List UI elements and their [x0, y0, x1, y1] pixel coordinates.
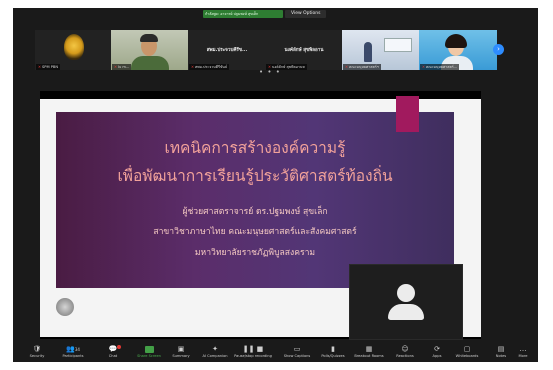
mic-muted-icon: ✕ [114, 65, 118, 69]
mic-muted-icon: ✕ [38, 65, 42, 69]
share-screen-icon [144, 346, 154, 353]
record-icon: ❚❚ ■ [242, 345, 264, 353]
chat-icon: 💬 [108, 345, 118, 353]
participant-name: ✕สพม.ประจวบคีรีขันธ์ [189, 64, 230, 70]
chat-button[interactable]: 💬 Chat [93, 344, 133, 359]
recording-button[interactable]: ❚❚ ■ Pause/stop recording [233, 344, 273, 359]
mic-muted-icon: ✕ [422, 65, 426, 69]
captions-button[interactable]: ▭ Show Captions [277, 344, 317, 359]
participant-name: ✕lu m... [112, 64, 132, 70]
slide-title-line1: เทคนิคการสร้างองค์ความรู้ [164, 139, 346, 157]
meeting-toolbar: 🛡 Security 👥34 Participants 💬 Chat Share… [13, 344, 538, 362]
view-options-button[interactable]: View Options [285, 10, 327, 18]
participant-name: ✕คณะมนุษยศาสตร์... [420, 64, 460, 70]
slide-university: มหาวิทยาลัยราชภัฏพิบูลสงคราม [194, 248, 316, 258]
participants-button[interactable]: 👥34 Participants [53, 344, 93, 359]
shield-icon: 🛡 [32, 345, 42, 353]
breakout-rooms-icon: ▦ [365, 345, 373, 353]
school-logo-icon [64, 34, 84, 60]
captions-icon: ▭ [293, 345, 301, 353]
participant-tile[interactable]: ✕lu m... [111, 30, 189, 70]
participant-tile[interactable]: ✕คณะมนุษยศาสตร์ฯ [342, 30, 420, 70]
strip-menu-icon[interactable]: • • • [259, 68, 281, 76]
next-page-icon[interactable]: › [493, 44, 504, 55]
participant-display-name: นงค์ลักษ์ สุขพิลอาน [284, 48, 324, 53]
speaking-indicator: กำลังพูด: อาจารย์ ปฐมพงษ์ สุขเล็ก [203, 10, 283, 18]
ai-companion-icon: ✦ [212, 345, 218, 353]
slide-accent-bar [396, 96, 419, 132]
mic-muted-icon: ✕ [191, 65, 195, 69]
polls-button[interactable]: ▮ Polls/Quizzes [313, 344, 353, 359]
cursor-highlight [56, 298, 74, 316]
participant-tile[interactable]: สพม.ประจวบคีรีข... ✕สพม.ประจวบคีรีขันธ์ [188, 30, 266, 70]
polls-icon: ▮ [331, 345, 335, 353]
slide-author: ผู้ช่วยศาสตราจารย์ ดร.ปฐมพงษ์ สุขเล็ก [182, 207, 328, 217]
ai-companion-button[interactable]: ✦ AI Companion [195, 344, 235, 359]
slide-department: สาขาวิชาภาษาไทย คณะมนุษยศาสตร์และสังคมศา… [153, 227, 357, 237]
self-view-tile[interactable] [349, 264, 463, 340]
more-button[interactable]: … More [503, 344, 543, 359]
avatar-body-icon [388, 304, 424, 320]
avatar-icon [397, 284, 415, 302]
participant-tile[interactable]: นงค์ลักษ์ สุขพิลอาน ✕นงค์ลักษ์ สุขพิลอาน… [265, 30, 343, 70]
participant-name: ✕SPM PBN [36, 64, 61, 70]
participant-tile[interactable]: ✕SPM PBN [35, 30, 113, 70]
participant-name: ✕คณะมนุษยศาสตร์ฯ [343, 64, 381, 70]
security-button[interactable]: 🛡 Security [17, 344, 57, 359]
slide-title-line2: เพื่อพัฒนาการเรียนรู้ประวัติศาสตร์ท้องถิ… [117, 167, 393, 185]
participants-icon: 👥34 [66, 345, 80, 353]
breakout-rooms-button[interactable]: ▦ Breakout Rooms [349, 344, 389, 359]
mic-muted-icon: ✕ [345, 65, 349, 69]
notification-badge [117, 345, 121, 349]
participant-display-name: สพม.ประจวบคีรีข... [206, 48, 248, 53]
top-bar: กำลังพูด: อาจารย์ ปฐมพงษ์ สุขเล็ก View O… [13, 8, 538, 22]
more-icon: … [519, 345, 527, 353]
participant-tile[interactable]: ✕คณะมนุษยศาสตร์... [419, 30, 497, 70]
